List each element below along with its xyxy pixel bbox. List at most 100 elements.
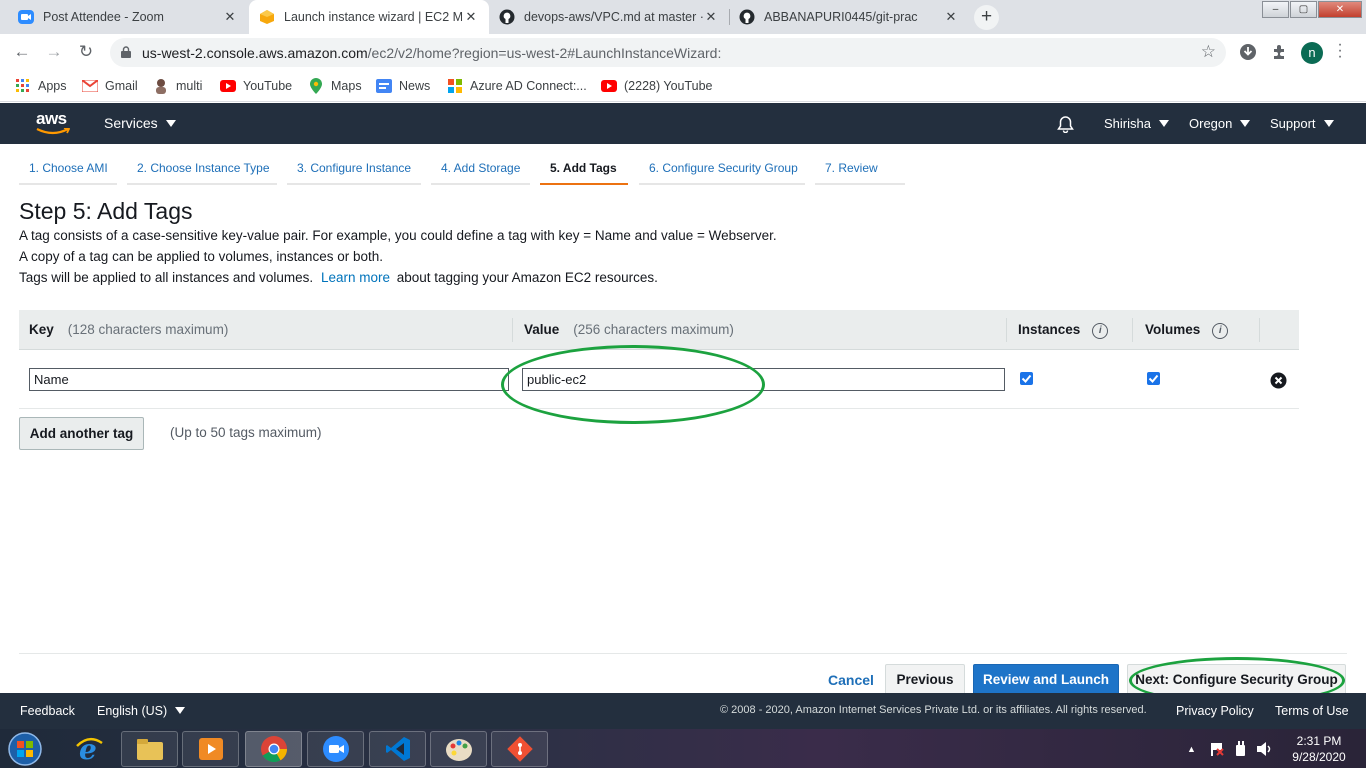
taskbar-media[interactable] <box>182 731 239 767</box>
instances-checkbox[interactable] <box>1020 372 1033 385</box>
caret-down-icon <box>165 120 176 127</box>
windows-start-icon[interactable] <box>5 730 45 768</box>
language-label: English (US) <box>97 704 168 718</box>
minimize-button[interactable]: – <box>1262 1 1289 18</box>
step-add-storage[interactable]: 4. Add Storage <box>431 154 530 185</box>
step-configure-security-group[interactable]: 6. Configure Security Group <box>639 154 805 185</box>
taskbar-chrome[interactable] <box>245 731 302 767</box>
bell-icon[interactable] <box>1057 115 1074 133</box>
github-icon <box>499 9 515 25</box>
bookmark-apps[interactable]: Apps <box>15 77 67 95</box>
system-clock[interactable]: 2:31 PM 9/28/2020 <box>1283 733 1355 765</box>
close-tab-icon[interactable]: ✕ <box>943 9 959 25</box>
show-hidden-icons[interactable]: ▲ <box>1187 744 1196 754</box>
bookmark-maps[interactable]: Maps <box>308 77 362 95</box>
lock-icon <box>121 46 131 58</box>
step-review[interactable]: 7. Review <box>815 154 905 185</box>
bookmark-star-icon[interactable]: ☆ <box>1201 42 1216 62</box>
value-column-header: Value (256 characters maximum) <box>524 322 734 337</box>
taskbar-vscode[interactable] <box>369 731 426 767</box>
aws-smile-icon <box>36 128 70 135</box>
window-close-button[interactable]: ✕ <box>1318 1 1362 18</box>
action-divider <box>19 653 1347 654</box>
network-flag-icon[interactable] <box>1209 741 1225 757</box>
taskbar-paint[interactable] <box>430 731 487 767</box>
back-icon[interactable]: ← <box>11 41 33 63</box>
close-tab-icon[interactable]: ✕ <box>222 9 238 25</box>
internet-explorer-icon: e <box>75 734 103 764</box>
download-icon[interactable] <box>1239 43 1257 61</box>
review-and-launch-button[interactable]: Review and Launch <box>973 664 1119 695</box>
tab-title: ABBANAPURI0445/git-prac <box>764 10 918 24</box>
region-menu[interactable]: Oregon <box>1189 116 1251 131</box>
browser-tab-git-prac[interactable]: ABBANAPURI0445/git-prac ✕ <box>729 0 969 34</box>
taskbar-explorer[interactable] <box>121 731 178 767</box>
info-icon[interactable]: i <box>1092 323 1109 339</box>
url-text: us-west-2.console.aws.amazon.com/ec2/v2/… <box>142 45 721 61</box>
bookmark-azure[interactable]: Azure AD Connect:... <box>447 77 587 95</box>
aws-logo[interactable]: aws <box>36 109 72 137</box>
news-icon <box>376 78 392 94</box>
media-player-icon <box>198 738 223 760</box>
step-configure-instance[interactable]: 3. Configure Instance <box>287 154 421 185</box>
bookmark-multi[interactable]: multi <box>153 77 202 95</box>
extensions-icon[interactable] <box>1271 43 1289 61</box>
support-menu[interactable]: Support <box>1270 116 1334 131</box>
caret-down-icon <box>1240 120 1251 127</box>
reload-icon[interactable]: ↻ <box>75 41 97 63</box>
tab-title: Launch instance wizard | EC2 Ma <box>284 10 463 24</box>
remove-tag-icon[interactable] <box>1270 372 1287 389</box>
learn-more-link[interactable]: Learn more <box>321 270 390 285</box>
copyright-text: © 2008 - 2020, Amazon Internet Services … <box>720 704 1147 716</box>
feedback-link[interactable]: Feedback <box>20 704 75 718</box>
close-tab-icon[interactable]: ✕ <box>463 9 479 25</box>
tab-title: devops-aws/VPC.md at master · A <box>524 10 703 24</box>
previous-button[interactable]: Previous <box>885 664 965 695</box>
maximize-button[interactable]: ▢ <box>1290 1 1317 18</box>
column-divider <box>1006 318 1007 342</box>
terms-of-use-link[interactable]: Terms of Use <box>1275 704 1349 718</box>
youtube-icon <box>601 78 617 94</box>
bookmark-label: multi <box>176 79 203 93</box>
browser-tab-devops[interactable]: devops-aws/VPC.md at master · A ✕ <box>489 0 729 34</box>
vscode-icon <box>385 737 410 761</box>
key-column-header: Key (128 characters maximum) <box>29 322 228 337</box>
page-title: Step 5: Add Tags <box>19 198 193 224</box>
privacy-policy-link[interactable]: Privacy Policy <box>1176 704 1254 718</box>
caret-down-icon <box>1158 120 1169 127</box>
power-plug-icon[interactable] <box>1233 741 1247 757</box>
address-bar[interactable]: us-west-2.console.aws.amazon.com/ec2/v2/… <box>110 38 1226 67</box>
step-choose-instance-type[interactable]: 2. Choose Instance Type <box>127 154 277 185</box>
taskbar-git[interactable] <box>491 731 548 767</box>
volumes-checkbox[interactable] <box>1147 372 1160 385</box>
browser-tab-strip: Post Attendee - Zoom ✕ Launch instance w… <box>0 0 1366 34</box>
bookmark-youtube-2228[interactable]: (2228) YouTube <box>601 77 713 95</box>
youtube-icon <box>220 78 236 94</box>
bookmark-youtube[interactable]: YouTube <box>220 77 292 95</box>
new-tab-button[interactable]: + <box>974 5 999 30</box>
info-icon[interactable]: i <box>1212 323 1229 339</box>
bookmark-gmail[interactable]: Gmail <box>82 77 138 95</box>
browser-tab-ec2[interactable]: Launch instance wizard | EC2 Ma ✕ <box>249 0 489 34</box>
forward-icon[interactable]: → <box>43 41 65 63</box>
browser-menu-icon[interactable]: · · · <box>1336 37 1344 65</box>
language-selector[interactable]: English (US) <box>97 704 186 718</box>
profile-avatar[interactable]: n <box>1301 42 1323 64</box>
tag-key-input[interactable] <box>29 368 509 391</box>
url-host: us-west-2.console.aws.amazon.com <box>142 45 368 61</box>
services-menu[interactable]: Services <box>104 115 176 131</box>
bookmark-news[interactable]: News <box>376 77 430 95</box>
taskbar-ie[interactable]: e <box>60 731 117 767</box>
copy-description: A copy of a tag can be applied to volume… <box>19 249 383 264</box>
close-tab-icon[interactable]: ✕ <box>703 9 719 25</box>
browser-tab-zoom[interactable]: Post Attendee - Zoom ✕ <box>8 0 248 34</box>
user-menu[interactable]: Shirisha <box>1104 116 1169 131</box>
taskbar-zoom[interactable] <box>307 731 364 767</box>
step-choose-ami[interactable]: 1. Choose AMI <box>19 154 117 185</box>
step-add-tags[interactable]: 5. Add Tags <box>540 154 628 185</box>
volume-icon[interactable] <box>1256 741 1274 757</box>
add-another-tag-button[interactable]: Add another tag <box>19 417 144 450</box>
windows-taskbar: e ▲ 2:31 PM 9/28/2020 <box>0 729 1366 768</box>
cancel-link[interactable]: Cancel <box>828 672 874 688</box>
bookmark-label: (2228) YouTube <box>624 79 713 93</box>
